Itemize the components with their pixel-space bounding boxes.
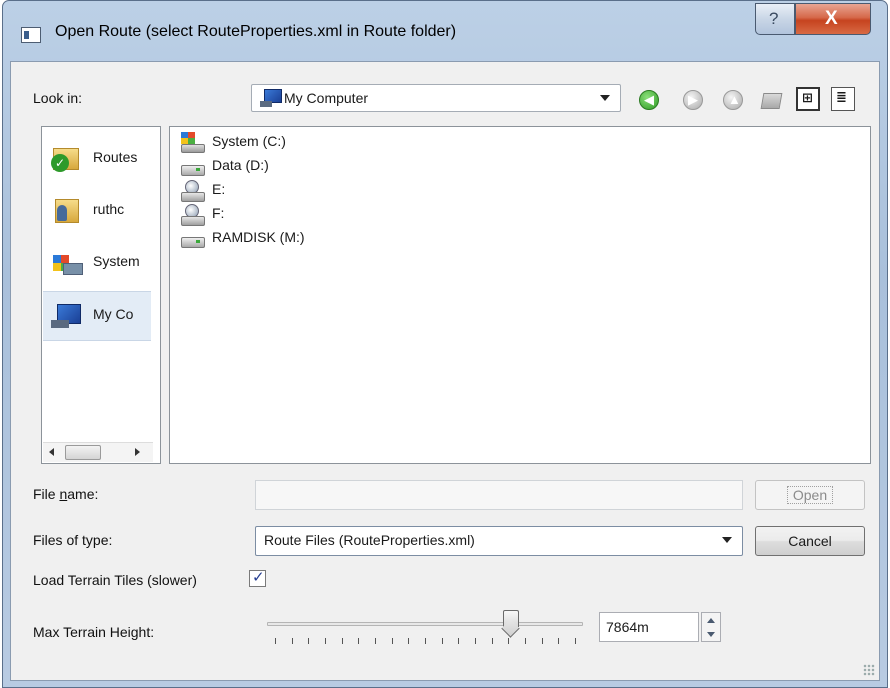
files-of-type-value: Route Files (RouteProperties.xml) [264,532,475,548]
network-drive-icon [180,204,205,226]
scrollbar-thumb[interactable] [65,445,101,460]
scroll-left-icon[interactable] [49,448,54,456]
slider-tick [325,638,326,644]
sidebar-item-system[interactable]: System [43,239,151,289]
title-bar[interactable]: Open Route (select RouteProperties.xml i… [3,1,887,61]
my-computer-icon [260,88,282,108]
files-of-type-combo[interactable]: Route Files (RouteProperties.xml) [255,526,743,556]
slider-tick [375,638,376,644]
slider-tick [458,638,460,644]
detail-view-button[interactable]: ≣ [831,87,855,111]
hard-drive-icon [180,156,205,178]
window-title: Open Route (select RouteProperties.xml i… [55,23,457,40]
close-icon: X [825,8,838,29]
forward-button[interactable]: ▶ [683,90,703,110]
back-arrow-icon: ◀ [644,92,654,107]
resize-grip[interactable] [863,664,875,676]
folder-check-icon [51,145,81,173]
spin-up-icon[interactable] [707,618,715,623]
slider-tick [441,638,443,644]
slider-tick [308,638,310,644]
file-item-label: E: [212,181,226,197]
sidebar-item-label: Routes [93,149,138,165]
sidebar: Routes ruthc System My Co [41,126,161,464]
slider-tick [291,638,293,644]
slider-tick [475,638,476,644]
max-height-slider-ticks [275,638,581,646]
close-button[interactable]: X [795,3,871,35]
file-item-label: Data (D:) [212,157,269,173]
sidebar-item-my-computer[interactable]: My Co [43,291,151,341]
scroll-right-icon[interactable] [135,448,140,456]
file-item-label: F: [212,205,225,221]
max-height-slider-thumb[interactable] [503,610,520,634]
system-icon [51,249,83,277]
slider-tick [558,638,560,644]
slider-tick [358,638,360,644]
list-view-button[interactable]: ⊞ [796,87,820,111]
look-in-value: My Computer [284,90,369,106]
back-button[interactable]: ◀ [639,90,659,110]
sidebar-item-routes[interactable]: Routes [43,135,151,185]
file-item-label: System (C:) [212,133,286,149]
user-folder-icon [51,197,81,225]
cancel-button[interactable]: Cancel [755,526,865,556]
load-terrain-checkbox[interactable]: ✓ [249,569,266,587]
slider-tick [541,638,543,644]
slider-tick [491,638,493,644]
up-arrow-icon: ▲ [728,92,741,107]
dialog-window: Open Route (select RouteProperties.xml i… [2,0,888,688]
slider-tick [575,638,576,644]
detail-view-icon: ≣ [836,89,847,104]
slider-tick [391,638,393,644]
help-button[interactable]: ? [755,3,795,35]
my-computer-icon [51,302,81,330]
look-in-combo[interactable]: My Computer [251,84,621,112]
file-item-label: RAMDISK (M:) [212,229,305,245]
dialog-client: Look in: My Computer ◀ ▶ ▲ ⊞ ≣ Routes ru… [10,61,880,681]
up-folder-button[interactable]: ▲ [723,90,743,110]
max-height-spinner[interactable] [701,612,721,642]
forward-arrow-icon: ▶ [688,92,698,107]
max-terrain-height-label: Max Terrain Height: [33,624,155,640]
hard-drive-icon [180,228,205,250]
slider-tick [525,638,526,644]
look-in-label: Look in: [33,90,83,106]
open-button[interactable]: Open [755,480,865,510]
open-button-label: Open [786,486,834,504]
sidebar-horizontal-scrollbar[interactable] [43,442,153,462]
max-height-slider-track[interactable] [267,622,583,626]
slider-tick [341,638,343,644]
max-height-value: 7864m [606,619,649,635]
system-drive-icon [180,132,205,154]
load-terrain-label: Load Terrain Tiles (slower) [33,572,197,588]
sidebar-item-label: My Co [93,306,134,322]
sidebar-item-label: ruthc [93,201,125,217]
file-name-input[interactable] [255,480,743,510]
new-folder-icon[interactable] [761,88,783,110]
window-icon [21,27,41,43]
slider-tick [408,638,410,644]
slider-tick [275,638,276,644]
sidebar-item-ruthc[interactable]: ruthc [43,187,151,237]
file-list: System (C:) Data (D:) E: F: RAMDISK (M:) [169,126,871,464]
list-view-icon: ⊞ [802,90,813,105]
checkmark-icon: ✓ [252,569,265,586]
slider-tick [508,638,510,644]
chevron-down-icon [600,95,610,101]
max-height-input[interactable]: 7864m [599,612,699,642]
files-of-type-label: Files of type: [33,532,113,548]
help-icon: ? [769,9,779,28]
file-name-label: File name: [33,486,99,502]
network-drive-icon [180,180,205,202]
sidebar-item-label: System [93,253,140,269]
chevron-down-icon [722,537,732,543]
spin-down-icon[interactable] [707,632,715,637]
slider-tick [425,638,426,644]
